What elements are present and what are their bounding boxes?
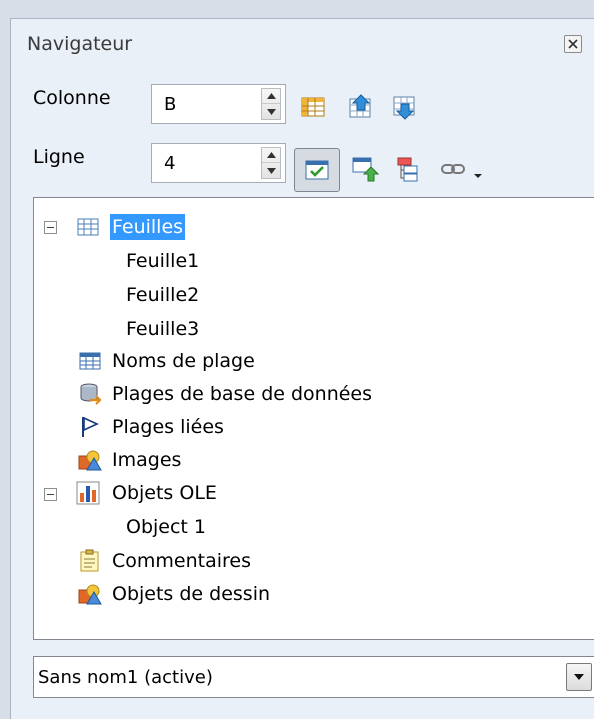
arrow-down-icon — [266, 108, 276, 115]
tree-item-object-1[interactable]: Object 1 — [124, 514, 208, 540]
tree-item-comments[interactable]: Commentaires — [110, 548, 253, 574]
arrow-down-icon — [266, 167, 276, 174]
sheets-icon — [76, 215, 100, 239]
column-value[interactable]: B — [164, 94, 176, 115]
collapse-sheets-toggle[interactable] — [44, 221, 57, 234]
toggle-button[interactable] — [351, 155, 380, 183]
column-label: Colonne — [33, 87, 111, 109]
navigator-panel: Navigateur Colonne B Ligne 4 Feuilles Fe… — [10, 18, 594, 719]
column-spinbox[interactable]: B — [151, 84, 286, 124]
row-spin-down[interactable] — [262, 163, 280, 178]
row-label: Ligne — [33, 146, 85, 168]
scenarios-icon — [397, 157, 418, 182]
tree-item-sheet-1[interactable]: Feuille1 — [124, 248, 201, 274]
tree-item-images[interactable]: Images — [110, 447, 183, 473]
start-button[interactable] — [347, 93, 375, 121]
database-icon — [78, 382, 102, 406]
content-tree[interactable]: Feuilles Feuille1 Feuille2 Feuille3 Noms… — [33, 197, 594, 640]
toggle-icon — [352, 157, 380, 182]
row-spin-buttons[interactable] — [261, 147, 281, 179]
drag-mode-button[interactable] — [439, 155, 467, 183]
data-range-icon — [301, 97, 325, 117]
images-icon — [78, 448, 102, 472]
start-up-icon — [349, 94, 371, 118]
arrow-up-icon — [266, 152, 276, 158]
chevron-down-icon — [574, 674, 584, 680]
tree-item-sheets[interactable]: Feuilles — [110, 214, 186, 240]
row-value[interactable]: 4 — [164, 153, 175, 174]
end-button[interactable] — [391, 93, 419, 121]
drag-mode-dropdown[interactable] — [473, 163, 485, 178]
comments-icon — [78, 549, 102, 573]
close-icon — [568, 39, 578, 49]
scenarios-button[interactable] — [395, 155, 423, 183]
title-bar: Navigateur — [11, 19, 594, 63]
column-spin-up[interactable] — [262, 89, 280, 104]
arrow-up-icon — [266, 93, 276, 99]
chevron-down-icon — [474, 174, 482, 178]
drawing-objects-icon — [78, 582, 102, 606]
row-spinbox[interactable]: 4 — [151, 143, 286, 183]
link-icon — [441, 164, 465, 174]
document-select-value[interactable]: Sans nom1 (active) — [38, 667, 213, 688]
collapse-ole-toggle[interactable] — [44, 488, 57, 501]
checkmark-icon — [305, 160, 329, 180]
range-names-icon — [78, 349, 102, 373]
data-range-button[interactable] — [299, 93, 327, 121]
column-spin-buttons[interactable] — [261, 88, 281, 120]
tree-item-sheet-2[interactable]: Feuille2 — [124, 282, 201, 308]
close-button[interactable] — [564, 35, 582, 53]
tree-item-sheet-3[interactable]: Feuille3 — [124, 316, 201, 342]
row-spin-up[interactable] — [262, 148, 280, 163]
column-spin-down[interactable] — [262, 104, 280, 119]
document-select[interactable]: Sans nom1 (active) — [33, 656, 594, 698]
ole-objects-icon — [76, 481, 100, 505]
content-toggle-button[interactable] — [294, 148, 340, 192]
tree-item-linked-areas[interactable]: Plages liées — [110, 414, 226, 440]
panel-title: Navigateur — [27, 33, 133, 55]
tree-item-range-names[interactable]: Noms de plage — [110, 348, 257, 374]
tree-item-drawing-objects[interactable]: Objets de dessin — [110, 581, 272, 607]
tree-item-database-ranges[interactable]: Plages de base de données — [110, 381, 374, 407]
end-down-icon — [393, 96, 415, 120]
tree-item-ole-objects[interactable]: Objets OLE — [110, 480, 219, 506]
document-select-button[interactable] — [566, 663, 592, 691]
flag-icon — [78, 415, 102, 439]
